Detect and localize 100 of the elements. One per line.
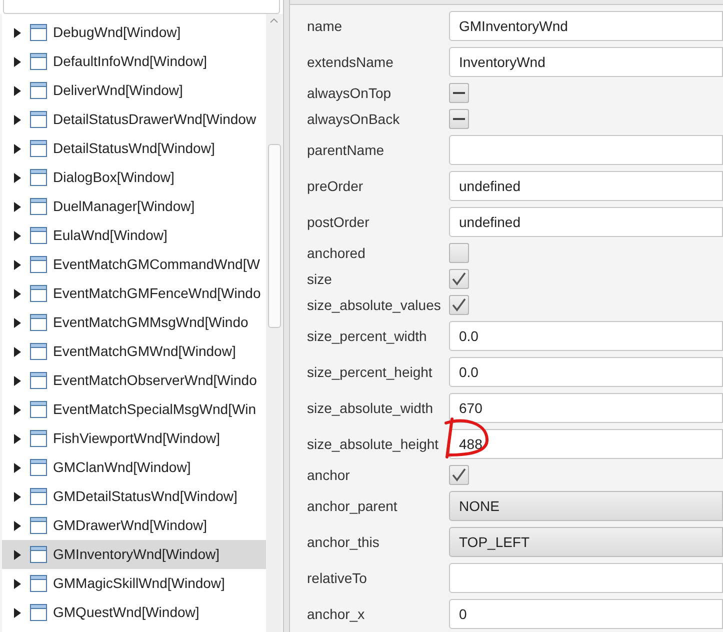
text-field[interactable]: GMInventoryWnd — [449, 11, 723, 41]
expand-arrow-icon[interactable] — [14, 520, 21, 530]
window-icon — [30, 256, 47, 273]
checkbox[interactable] — [449, 243, 469, 263]
tree-item-label: DefaultInfoWnd[Window] — [53, 52, 208, 71]
tree-item-label: DuelManager[Window] — [53, 197, 195, 216]
window-icon — [30, 198, 47, 215]
property-label: name — [307, 16, 344, 36]
expand-arrow-icon[interactable] — [14, 550, 21, 560]
property-label: anchored — [307, 244, 366, 262]
expand-arrow-icon[interactable] — [14, 434, 21, 444]
search-field[interactable] — [3, 0, 280, 14]
checkbox[interactable] — [449, 295, 469, 315]
window-icon — [30, 227, 47, 244]
text-field[interactable]: 670 — [449, 393, 723, 423]
text-field[interactable]: 0 — [449, 599, 723, 629]
tree-item-label: DeliverWnd[Window] — [53, 81, 183, 100]
property-label: relativeTo — [307, 568, 368, 588]
tree-item-label: GMMagicSkillWnd[Window] — [53, 574, 225, 593]
window-icon — [30, 24, 47, 41]
expand-arrow-icon[interactable] — [14, 172, 21, 182]
expand-arrow-icon[interactable] — [14, 578, 21, 588]
expand-arrow-icon[interactable] — [14, 56, 21, 66]
tree-item-label: DebugWnd[Window] — [53, 23, 181, 42]
tree-item-label: GMInventoryWnd[Window] — [53, 545, 220, 564]
text-field[interactable]: undefined — [449, 171, 723, 201]
property-label: size_percent_height — [307, 362, 434, 382]
property-label: size — [307, 270, 333, 288]
window-icon — [30, 169, 47, 186]
expand-arrow-icon[interactable] — [14, 346, 21, 356]
window-icon — [30, 372, 47, 389]
expand-arrow-icon[interactable] — [14, 608, 21, 618]
property-label: size_percent_width — [307, 326, 428, 346]
expand-arrow-icon[interactable] — [14, 86, 21, 96]
tree-item-label: EventMatchGMWnd[Window] — [53, 342, 236, 361]
text-field[interactable]: 0.0 — [449, 357, 723, 387]
window-icon — [30, 430, 47, 447]
property-label: preOrder — [307, 176, 364, 196]
tree-item-label: EventMatchGMFenceWnd[Windo — [53, 284, 261, 303]
tree-item-label: GMClanWnd[Window] — [53, 458, 191, 477]
scroll-thumb[interactable] — [268, 144, 281, 328]
expand-arrow-icon[interactable] — [14, 28, 21, 38]
tree-item-label: EventMatchSpecialMsgWnd[Win — [53, 400, 256, 419]
text-field[interactable] — [449, 135, 723, 165]
window-icon — [30, 488, 47, 505]
tree-item-label: DetailStatusWnd[Window] — [53, 139, 215, 158]
text-field[interactable]: InventoryWnd — [449, 47, 723, 77]
window-icon — [30, 401, 47, 418]
expand-arrow-icon[interactable] — [14, 202, 21, 212]
property-label: anchor — [307, 466, 351, 484]
window-icon — [30, 314, 47, 331]
expand-arrow-icon[interactable] — [14, 462, 21, 472]
dropdown[interactable]: TOP_LEFT — [449, 527, 723, 557]
expand-arrow-icon[interactable] — [14, 376, 21, 386]
window-icon — [30, 575, 47, 592]
window-icon — [30, 111, 47, 128]
tree-item-label: GMDetailStatusWnd[Window] — [53, 487, 238, 506]
dropdown[interactable]: NONE — [449, 491, 723, 521]
tree-item-label: EventMatchGMMsgWnd[Windo — [53, 313, 248, 332]
scrollbar[interactable] — [266, 14, 282, 632]
expand-arrow-icon[interactable] — [14, 260, 21, 270]
expand-arrow-icon[interactable] — [14, 230, 21, 240]
property-label: anchor_parent — [307, 496, 398, 516]
tree-item-label: GMQuestWnd[Window] — [53, 603, 200, 622]
window-icon — [30, 285, 47, 302]
tree-item-label: EventMatchGMCommandWnd[W — [53, 255, 260, 274]
tree-item-label: FishViewportWnd[Window] — [53, 429, 220, 448]
tree-item-label: EventMatchObserverWnd[Windo — [53, 371, 257, 390]
window-icon — [30, 517, 47, 534]
window-icon — [30, 459, 47, 476]
property-label: postOrder — [307, 212, 370, 232]
property-label: alwaysOnTop — [307, 84, 392, 103]
text-field[interactable]: undefined — [449, 207, 723, 237]
expand-arrow-icon[interactable] — [14, 144, 21, 154]
text-field[interactable] — [449, 563, 723, 593]
checkbox[interactable] — [449, 109, 469, 129]
property-label: alwaysOnBack — [307, 110, 401, 129]
expand-arrow-icon[interactable] — [14, 404, 21, 414]
expand-arrow-icon[interactable] — [14, 492, 21, 502]
window-icon — [30, 140, 47, 157]
tree-item-label: GMDrawerWnd[Window] — [53, 516, 208, 535]
checkbox[interactable] — [449, 269, 469, 289]
expand-arrow-icon[interactable] — [14, 318, 21, 328]
window-icon — [30, 343, 47, 360]
text-field[interactable]: 0.0 — [449, 321, 723, 351]
tree-item[interactable]: GMInventoryWnd[Window] — [2, 540, 266, 569]
window-icon — [30, 82, 47, 99]
expand-arrow-icon[interactable] — [14, 114, 21, 124]
checkbox[interactable] — [449, 83, 469, 103]
window-icon — [30, 546, 47, 563]
window-icon — [30, 604, 47, 621]
property-label: anchor_this — [307, 532, 380, 552]
checkbox[interactable] — [449, 465, 469, 485]
window-icon — [30, 53, 47, 70]
expand-arrow-icon[interactable] — [14, 288, 21, 298]
tree-item-label: DialogBox[Window] — [53, 168, 174, 187]
tree-item-label: EulaWnd[Window] — [53, 226, 168, 245]
property-label: size_absolute_width — [307, 398, 434, 418]
property-label: anchor_x — [307, 604, 366, 624]
text-field[interactable]: 488 — [449, 429, 723, 459]
